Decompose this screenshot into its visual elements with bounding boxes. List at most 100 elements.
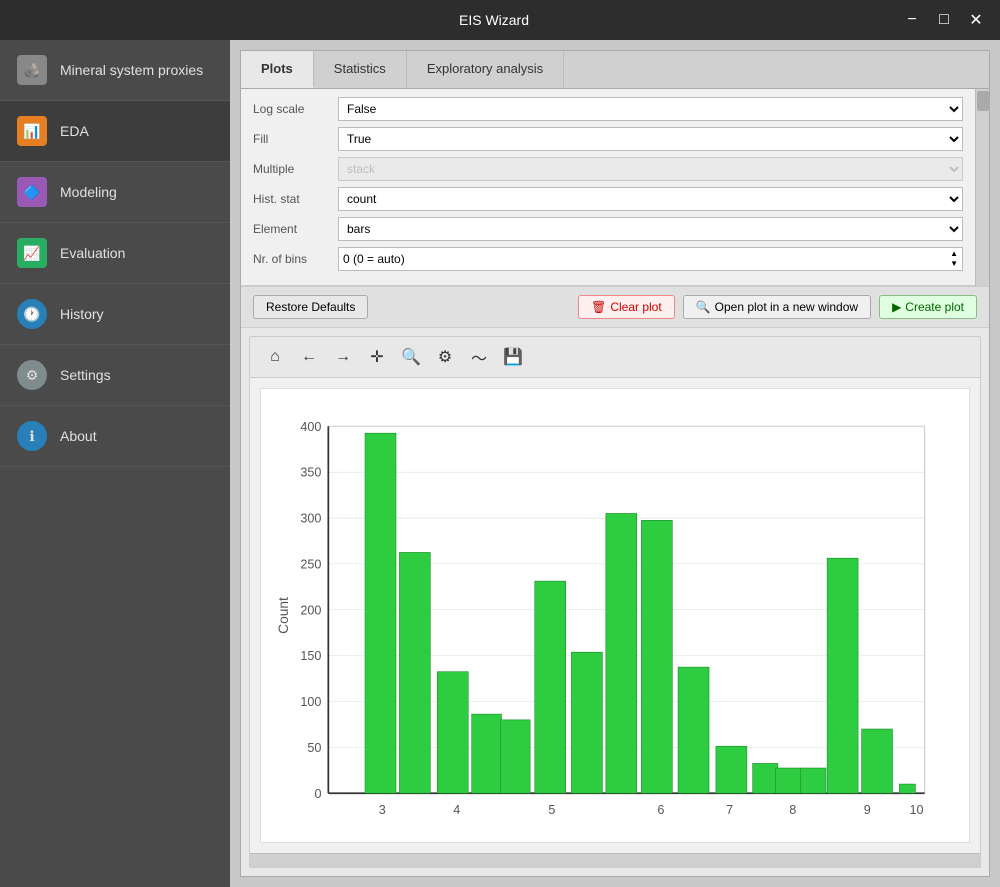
tab-statistics[interactable]: Statistics [314, 51, 407, 88]
sidebar-icon-shape-settings: ⚙ [17, 360, 47, 390]
sidebar-label-eda: EDA [60, 123, 89, 139]
bar-5 [500, 720, 530, 793]
pan-tool-button[interactable]: ✛ [362, 343, 392, 371]
bar-4 [472, 714, 502, 793]
option-spinner-nr-of-bins[interactable]: 0 (0 = auto) ▲▼ [338, 247, 963, 271]
maximize-button[interactable]: □ [930, 6, 958, 34]
option-select-hist-stat[interactable]: countfrequencydensityprobability [338, 187, 963, 211]
option-label-hist-stat: Hist. stat [253, 192, 338, 206]
sidebar-label-mineral-system-proxies: Mineral system proxies [60, 62, 203, 78]
save-tool-button[interactable]: 💾 [498, 343, 528, 371]
open-plot-button[interactable]: 🔍Open plot in a new window [683, 295, 871, 319]
option-select-fill[interactable]: TrueFalse [338, 127, 963, 151]
sidebar-item-eda[interactable]: 📊 EDA [0, 101, 230, 162]
sidebar-item-history[interactable]: 🕐 History [0, 284, 230, 345]
options-panel: Log scaleFalseTrueFillTrueFalseMultiples… [241, 89, 975, 286]
option-row-hist-stat: Hist. statcountfrequencydensityprobabili… [253, 187, 963, 211]
chart-area: Count [260, 388, 970, 843]
option-row-fill: FillTrueFalse [253, 127, 963, 151]
svg-text:350: 350 [300, 466, 321, 480]
zoom-tool-button[interactable]: 🔍 [396, 343, 426, 371]
options-scrollbar[interactable] [975, 89, 989, 286]
settings-tool-button[interactable]: ⚙ [430, 343, 460, 371]
sidebar-icon-settings: ⚙ [16, 359, 48, 391]
option-select-multiple: stackdodgelayer [338, 157, 963, 181]
bar-10 [678, 667, 709, 793]
svg-text:0: 0 [314, 787, 321, 801]
option-row-multiple: Multiplestackdodgelayer [253, 157, 963, 181]
option-value-nr-of-bins: 0 (0 = auto) [343, 252, 405, 266]
forward-tool-button[interactable]: → [328, 343, 358, 371]
bar-14 [801, 768, 826, 793]
svg-text:6: 6 [657, 803, 664, 817]
bar-11 [716, 746, 747, 793]
svg-text:4: 4 [453, 803, 460, 817]
line-tool-button[interactable]: 〜 [464, 343, 494, 371]
tab-exploratory-analysis[interactable]: Exploratory analysis [407, 51, 564, 88]
bar-15 [827, 558, 858, 793]
spinner-arrows-nr-of-bins[interactable]: ▲▼ [950, 249, 958, 268]
tab-container: PlotsStatisticsExploratory analysis Log … [240, 50, 990, 877]
svg-text:8: 8 [789, 803, 796, 817]
close-button[interactable]: ✕ [962, 6, 990, 34]
option-label-fill: Fill [253, 132, 338, 146]
sidebar-item-modeling[interactable]: 🔷 Modeling [0, 162, 230, 223]
create-plot-button[interactable]: ▶Create plot [879, 295, 977, 319]
option-label-element: Element [253, 222, 338, 236]
svg-text:300: 300 [300, 512, 321, 526]
restore-defaults-button[interactable]: Restore Defaults [253, 295, 368, 319]
window-icon: 🔍 [696, 300, 711, 314]
plot-container: ⌂ ← → ✛ 🔍 ⚙ 〜 💾 Count [249, 336, 981, 868]
svg-text:7: 7 [726, 803, 733, 817]
main-layout: 🪨 Mineral system proxies 📊 EDA 🔷 Modeling 📈Eva… [0, 40, 1000, 887]
svg-text:5: 5 [548, 803, 555, 817]
sidebar-icon-shape-modeling: 🔷 [17, 177, 47, 207]
histogram-chart: Count [271, 399, 959, 832]
bar-17 [899, 784, 915, 793]
sidebar-icon-evaluation: 📈 [16, 237, 48, 269]
sidebar-item-about[interactable]: ℹAbout [0, 406, 230, 467]
svg-text:250: 250 [300, 557, 321, 571]
bar-9 [641, 520, 672, 793]
bar-6 [535, 581, 566, 793]
back-tool-button[interactable]: ← [294, 343, 324, 371]
sidebar-label-modeling: Modeling [60, 184, 117, 200]
sidebar-icon-mineral-system-proxies: 🪨 [16, 54, 48, 86]
sidebar-icon-shape-about: ℹ [17, 421, 47, 451]
bar-12 [753, 763, 778, 793]
app-title: EIS Wizard [90, 12, 898, 28]
bar-13 [776, 768, 801, 793]
content-area: PlotsStatisticsExploratory analysis Log … [230, 40, 1000, 887]
bar-2 [399, 552, 430, 793]
sidebar-item-mineral-system-proxies[interactable]: 🪨 Mineral system proxies [0, 40, 230, 101]
sidebar-icon-eda: 📊 [16, 115, 48, 147]
bar-3 [437, 672, 468, 794]
sidebar-icon-shape-evaluation: 📈 [17, 238, 47, 268]
tab-plots[interactable]: Plots [241, 51, 314, 88]
option-select-log-scale[interactable]: FalseTrue [338, 97, 963, 121]
bar-7 [571, 652, 602, 793]
plot-toolbar: ⌂ ← → ✛ 🔍 ⚙ 〜 💾 [250, 337, 980, 378]
clear-plot-button[interactable]: 🗑Clear plot [578, 295, 675, 319]
minimize-button[interactable]: − [898, 6, 926, 34]
sidebar: 🪨 Mineral system proxies 📊 EDA 🔷 Modeling 📈Eva… [0, 40, 230, 887]
option-label-nr-of-bins: Nr. of bins [253, 252, 338, 266]
option-label-multiple: Multiple [253, 162, 338, 176]
svg-text:100: 100 [300, 695, 321, 709]
tab-content: Log scaleFalseTrueFillTrueFalseMultiples… [241, 89, 989, 876]
option-select-element[interactable]: barssteppoly [338, 217, 963, 241]
sidebar-item-settings[interactable]: ⚙ Settings [0, 345, 230, 406]
trash-icon: 🗑 [591, 300, 606, 314]
svg-text:10: 10 [910, 803, 924, 817]
sidebar-icon-modeling: 🔷 [16, 176, 48, 208]
tab-bar: PlotsStatisticsExploratory analysis [241, 51, 989, 89]
window-controls: − □ ✕ [898, 6, 990, 34]
home-tool-button[interactable]: ⌂ [260, 343, 290, 371]
sidebar-icon-shape-history: 🕐 [17, 299, 47, 329]
sidebar-label-settings: Settings [60, 367, 111, 383]
chart-scrollbar-bottom[interactable] [250, 853, 980, 867]
bar-8 [606, 513, 637, 793]
sidebar-item-evaluation[interactable]: 📈Evaluation [0, 223, 230, 284]
sidebar-label-history: History [60, 306, 104, 322]
svg-text:400: 400 [300, 420, 321, 434]
